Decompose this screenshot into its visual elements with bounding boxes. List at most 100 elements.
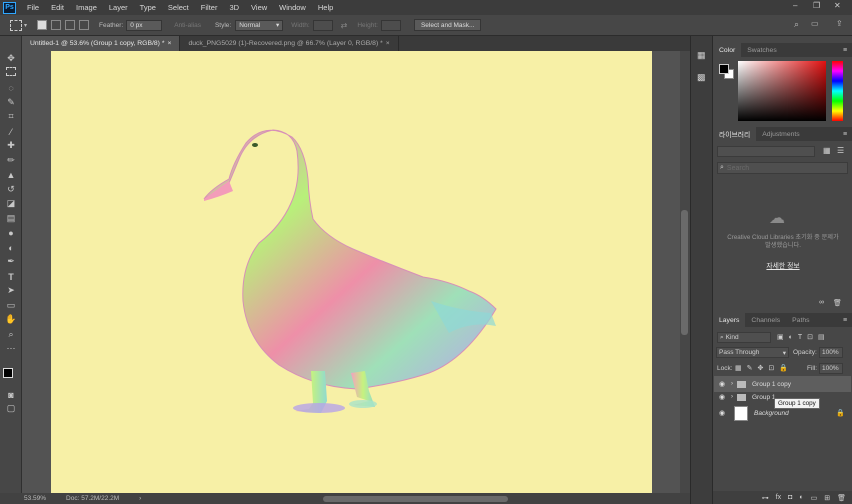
horizontal-scroll-thumb[interactable] [323,496,508,502]
eraser-icon[interactable]: ◪ [4,197,18,210]
add-selection-icon[interactable] [51,20,62,30]
color-field[interactable] [738,61,826,121]
blur-tool-icon[interactable]: ● [4,226,18,239]
panel-menu-icon[interactable]: ≡ [843,317,847,324]
menu-image[interactable]: Image [70,3,103,12]
close-icon[interactable]: × [167,40,171,47]
screen-mode-icon[interactable]: ▢ [4,402,18,415]
close-icon[interactable]: × [386,40,390,47]
library-search[interactable]: ⌕ Search [717,162,848,174]
cc-icon[interactable]: ∞ [819,299,824,306]
type-tool-icon[interactable]: T [4,270,18,283]
height-input[interactable] [380,19,401,31]
filter-kind-select[interactable]: ⌕ Kind [717,332,771,343]
minimize-button[interactable]: – [793,1,797,10]
visibility-eye-icon[interactable]: ◉ [717,409,727,417]
layer-filter-icons[interactable]: ▣◐T⊡▤ [777,333,830,341]
menu-window[interactable]: Window [273,3,312,12]
close-window-button[interactable]: ✕ [834,1,841,10]
lasso-tool-icon[interactable]: ◌ [4,81,18,94]
quick-mask-icon[interactable]: ◙ [4,388,18,401]
select-and-mask-button[interactable]: Select and Mask... [413,19,482,31]
expand-arrow-icon[interactable]: › [731,394,733,400]
new-group-icon[interactable]: ▭ [811,494,818,502]
new-layer-icon[interactable]: ⊞ [824,494,830,502]
add-mask-icon[interactable]: ◘ [788,494,792,501]
library-select[interactable] [717,146,815,157]
list-view-icon[interactable]: ☰ [837,146,844,155]
foreground-color-chip[interactable] [719,64,729,74]
opacity-input[interactable]: 100% [819,347,843,358]
panel-menu-icon[interactable]: ≡ [843,131,847,138]
tab-layers[interactable]: Layers [713,313,746,327]
trash-icon[interactable]: 🗑 [833,299,842,307]
marquee-tool-icon[interactable] [6,67,16,76]
crop-tool-icon[interactable]: ⌗ [4,110,18,123]
properties-icon[interactable]: ▩ [697,72,706,83]
menu-help[interactable]: Help [312,3,339,12]
intersect-selection-icon[interactable] [79,20,90,30]
fx-icon[interactable]: fx [776,494,781,501]
vertical-scroll-thumb[interactable] [681,210,688,335]
path-select-icon[interactable]: ➤ [4,284,18,297]
feather-input[interactable]: 0 px [126,19,163,31]
fill-input[interactable]: 100% [819,363,843,374]
stamp-tool-icon[interactable]: ▲ [4,168,18,181]
menu-select[interactable]: Select [162,3,195,12]
search-icon[interactable]: ⌕ [794,19,799,30]
menu-file[interactable]: File [21,3,45,12]
expand-arrow-icon[interactable]: › [731,381,733,387]
more-tools-icon[interactable]: ⋯ [4,342,18,355]
tab-adjustments[interactable]: Adjustments [756,127,805,141]
learn-more-link[interactable]: 자세한 정보 [727,260,839,270]
pen-tool-icon[interactable]: ✒ [4,255,18,268]
move-tool-icon[interactable]: ✥ [4,52,18,65]
menu-3d[interactable]: 3D [223,3,245,12]
tab-libraries[interactable]: 라이브러리 [713,127,757,141]
brush-tool-icon[interactable]: ✏ [4,154,18,167]
dodge-tool-icon[interactable]: ◐ [4,241,18,254]
menu-filter[interactable]: Filter [195,3,224,12]
link-layers-icon[interactable]: ⊶ [762,494,769,502]
tab-swatches[interactable]: Swatches [741,43,782,57]
gradient-tool-icon[interactable]: ▤ [4,212,18,225]
restore-button[interactable]: ❐ [813,1,820,10]
marquee-tool-icon[interactable] [10,19,22,31]
hue-slider[interactable] [832,61,843,121]
tab-duck[interactable]: duck_PNG5029 (1)-Recovered.png @ 66.7% (… [180,36,399,51]
status-arrow-icon[interactable]: › [139,495,141,502]
healing-brush-icon[interactable]: ✚ [4,139,18,152]
zoom-level[interactable]: 53.59% [24,495,46,502]
history-brush-icon[interactable]: ↺ [4,183,18,196]
history-icon[interactable]: ▦ [697,50,706,61]
quick-select-icon[interactable]: ✎ [4,96,18,109]
grid-view-icon[interactable]: ▦ [823,146,831,155]
chevron-down-icon[interactable]: ▾ [24,22,27,29]
delete-layer-icon[interactable]: 🗑 [837,494,846,502]
menu-edit[interactable]: Edit [45,3,70,12]
tab-paths[interactable]: Paths [786,313,815,327]
lock-icons[interactable]: ▦✎✥⊡🔒 [735,364,793,372]
style-select[interactable]: Normal ▾ [235,19,284,31]
new-selection-icon[interactable] [37,20,48,30]
document-canvas[interactable] [51,51,652,493]
rectangle-tool-icon[interactable]: ▭ [4,299,18,312]
width-input[interactable] [312,19,333,31]
tab-color[interactable]: Color [713,43,742,57]
menu-type[interactable]: Type [134,3,162,12]
antialias-label[interactable]: Anti-alias [174,22,201,29]
adjustment-layer-icon[interactable]: ◐ [799,494,803,501]
blend-mode-select[interactable]: Pass Through ▾ [716,347,789,358]
tab-untitled[interactable]: Untitled-1 @ 53.6% (Group 1 copy, RGB/8)… [22,36,181,51]
hand-tool-icon[interactable]: ✋ [4,313,18,326]
menu-view[interactable]: View [245,3,273,12]
zoom-tool-icon[interactable]: ⌕ [4,328,18,341]
subtract-selection-icon[interactable] [65,20,76,30]
foreground-color-swatch[interactable] [3,368,13,378]
workspace-icon[interactable]: ▭ [811,19,819,28]
eyedropper-icon[interactable]: ⁄ [4,125,18,138]
panel-menu-icon[interactable]: ≡ [843,47,847,54]
share-icon[interactable]: ⇪ [836,19,843,28]
swap-icon[interactable]: ⇄ [341,21,348,30]
visibility-eye-icon[interactable]: ◉ [717,393,727,401]
